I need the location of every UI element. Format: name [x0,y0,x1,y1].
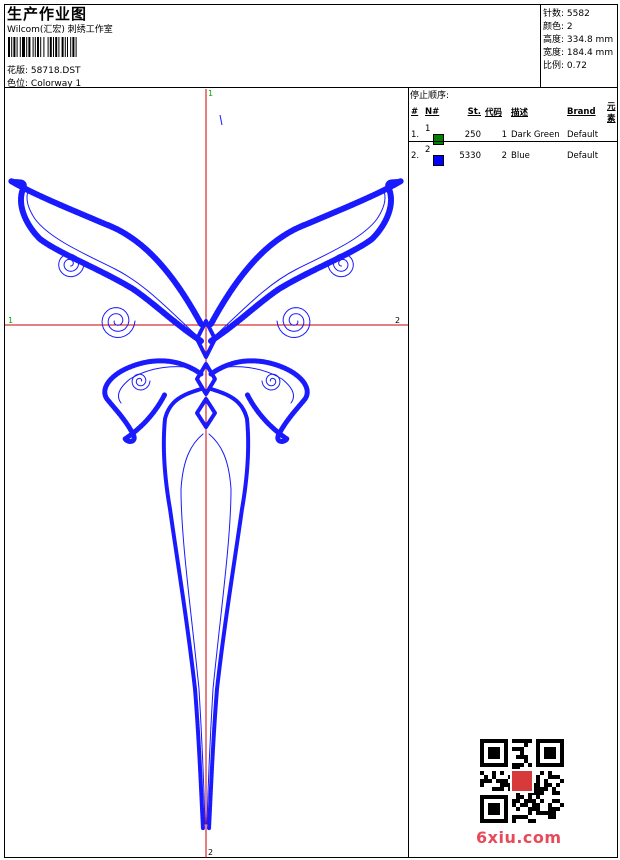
spiral-mid-left [101,307,136,338]
stop-table-divider [408,141,618,142]
lower-wing-outline-right [208,358,310,444]
stat-scale: 比例: 0.72 [543,61,587,71]
tail-outline-left [161,387,205,831]
table-header-row: # N# St. 代码 描述 Brand 元素 [409,100,618,124]
spiral-mid-right [276,307,311,338]
col-hash: # [411,107,419,117]
studio-name: Wilcom(汇宏) 刺绣工作室 [7,25,113,35]
barcode [8,37,77,57]
upper-wing-outline-left [8,178,204,344]
embroidery-design [5,89,408,858]
row-description: Blue [511,150,530,161]
axis-label-left: 1 [8,316,14,325]
row-code: 2 [501,150,507,161]
table-row: 2. 2 5330 2 Blue Default [409,145,618,166]
col-description: 描述 [511,108,529,118]
row-index: 2. [411,150,420,161]
axis-label-right: 2 [395,316,401,325]
row-n: 2 [423,145,451,166]
color-swatch [433,134,444,145]
color-swatch [433,155,444,166]
watermark: 6xiu.com [476,828,562,847]
lower-wing-inner-line-left [117,366,198,404]
stop-sequence-table: # N# St. 代码 描述 Brand 元素 1. 1 250 1 Dark Gre… [409,100,618,166]
header-divider [4,87,618,88]
col-n: N# [425,107,440,117]
lower-wing-outline-left [102,358,204,444]
upper-wing-inner-line-left [26,188,196,335]
row-brand: Default [567,150,599,161]
tail-outline-right [207,387,251,831]
page-title: 生产作业图 [7,5,88,23]
design-label: 花版 [7,66,26,76]
qr-code-icon [480,739,564,823]
stat-width: 宽度: 184.4 mm [543,48,614,58]
upper-wing-outline-right [208,178,404,344]
stat-colors: 颜色: 2 [543,22,573,32]
col-brand: Brand [567,107,596,117]
design-file-row: 花版: 58718.DST [7,66,81,76]
stats-divider [540,4,541,88]
stat-height: 高度: 334.8 mm [543,35,614,45]
col-element: 元素 [607,102,616,124]
axis-label-top: 1 [208,89,214,98]
upper-wing-inner-line-right [216,188,386,335]
lower-wing-inner-line-right [214,366,295,404]
design-value: 58718.DST [30,66,81,76]
row-stitches: 5330 [459,150,481,161]
panel-divider [408,87,409,858]
col-code: 代码 [485,108,503,118]
stat-stitches: 针数: 5582 [543,9,590,19]
stray-stitch [219,114,223,126]
axis-label-bottom: 2 [208,848,214,857]
col-stitches: St. [467,107,481,117]
